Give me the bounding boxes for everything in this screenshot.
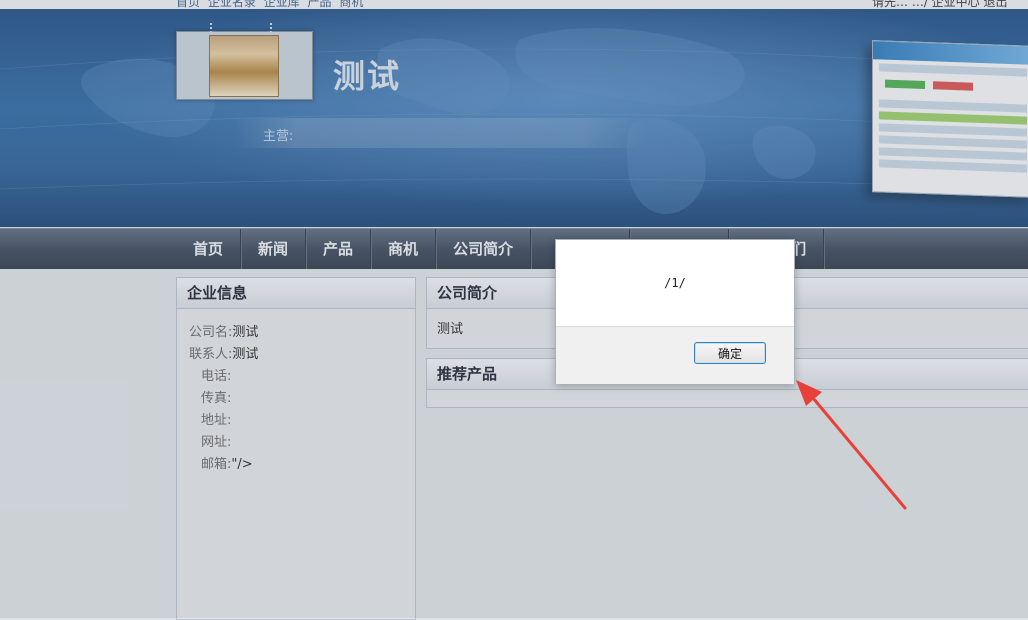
alert-dialog: /1/ 确定 [555, 239, 795, 384]
top-link-home[interactable]: 首页 [176, 0, 200, 9]
top-link-business[interactable]: 商机 [339, 0, 363, 9]
top-user-links[interactable]: 请先… …/ 企业中心 退出 [872, 0, 1008, 9]
nav-business[interactable]: 商机 [371, 229, 437, 269]
info-row-address: 地址: [201, 413, 232, 428]
company-info-panel: 企业信息 公司名:测试 联系人:测试 电话: 传真: 地址: 网址: 邮箱:"/… [176, 277, 416, 620]
site-banner: 测试 主营: [0, 9, 1028, 227]
nav-products[interactable]: 产品 [306, 229, 372, 269]
site-title: 测试 [333, 57, 402, 95]
company-logo-image [209, 35, 279, 97]
nav-home[interactable]: 首页 [176, 229, 242, 269]
top-link-directory[interactable]: 企业名录 [208, 0, 256, 9]
nav-company-intro[interactable]: 公司简介 [436, 229, 532, 269]
main-nav: 首页 新闻 产品 商机 公司简介 联系我们 [0, 228, 1028, 269]
info-row-company-name: 公司名:测试 [189, 325, 259, 340]
main-business-bar: 主营: [235, 118, 645, 148]
info-row-email: 邮箱:"/> [201, 457, 253, 472]
top-link-bar: 首页 企业名录 企业库 产品 商机 请先… …/ 企业中心 退出 [0, 0, 1028, 9]
top-link-library[interactable]: 企业库 [264, 0, 300, 9]
company-info-heading: 企业信息 [177, 278, 415, 309]
top-links: 首页 企业名录 企业库 产品 商机 [176, 0, 367, 9]
info-row-website: 网址: [201, 435, 232, 450]
alert-footer: 确定 [556, 326, 794, 384]
info-row-contact: 联系人:测试 [189, 347, 259, 362]
ok-button[interactable]: 确定 [694, 342, 766, 364]
info-row-fax: 传真: [201, 391, 232, 406]
nav-news[interactable]: 新闻 [241, 229, 307, 269]
decorative-website-mockup [872, 40, 1028, 198]
info-row-phone: 电话: [201, 369, 232, 384]
top-link-products[interactable]: 产品 [308, 0, 332, 9]
company-logo-frame [176, 23, 313, 100]
alert-message: /1/ [664, 276, 686, 290]
main-business-label: 主营: [263, 129, 294, 144]
